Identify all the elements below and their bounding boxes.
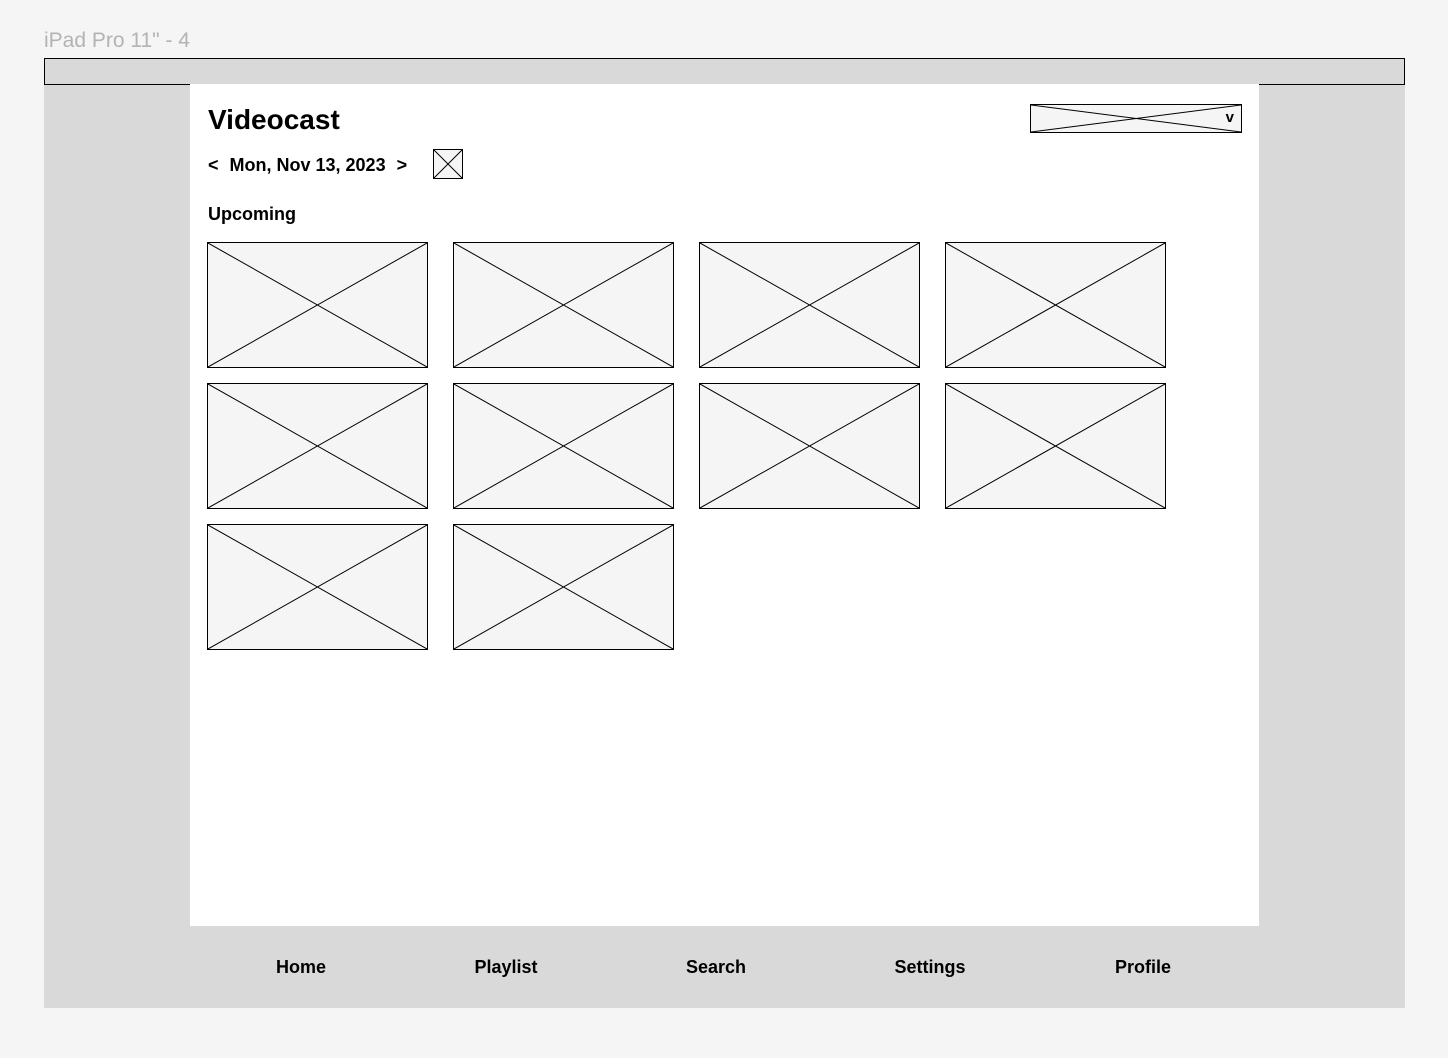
nav-item-home[interactable]: Home	[276, 956, 326, 978]
image-placeholder-icon	[454, 525, 673, 649]
bottom-nav: Home Playlist Search Settings Profile	[44, 926, 1405, 1008]
nav-item-settings[interactable]: Settings	[894, 956, 965, 978]
image-placeholder-icon	[454, 384, 673, 508]
video-thumbnail[interactable]	[207, 242, 428, 368]
image-placeholder-icon	[208, 384, 427, 508]
current-date: Mon, Nov 13, 2023	[229, 154, 386, 175]
image-placeholder-icon	[700, 384, 919, 508]
video-thumbnail[interactable]	[207, 524, 428, 650]
nav-item-search[interactable]: Search	[686, 956, 746, 978]
nav-item-playlist[interactable]: Playlist	[474, 956, 537, 978]
image-placeholder-icon	[208, 525, 427, 649]
image-placeholder-icon	[946, 384, 1165, 508]
section-title-upcoming: Upcoming	[208, 204, 296, 224]
video-thumbnail[interactable]	[453, 383, 674, 509]
account-dropdown[interactable]: v	[1030, 104, 1242, 133]
next-date-button[interactable]: >	[397, 155, 408, 176]
page-title: Videocast	[208, 104, 340, 135]
video-thumbnail[interactable]	[699, 383, 920, 509]
status-bar	[44, 58, 1405, 85]
video-thumbnail[interactable]	[453, 242, 674, 368]
calendar-icon[interactable]	[433, 149, 463, 179]
image-placeholder-icon	[946, 243, 1165, 367]
video-thumbnail[interactable]	[945, 383, 1166, 509]
previous-date-button[interactable]: <	[208, 155, 219, 176]
image-placeholder-icon	[208, 243, 427, 367]
nav-item-profile[interactable]: Profile	[1115, 956, 1171, 978]
video-thumbnail[interactable]	[207, 383, 428, 509]
video-thumbnail[interactable]	[699, 242, 920, 368]
dropdown-placeholder-icon	[1031, 105, 1241, 132]
image-placeholder-icon	[700, 243, 919, 367]
date-navigator: < Mon, Nov 13, 2023 >	[208, 150, 407, 180]
chevron-down-icon: v	[1225, 109, 1234, 126]
video-thumbnail[interactable]	[453, 524, 674, 650]
video-thumbnail[interactable]	[945, 242, 1166, 368]
image-placeholder-icon	[454, 243, 673, 367]
frame-label: iPad Pro 11" - 4	[44, 29, 190, 52]
